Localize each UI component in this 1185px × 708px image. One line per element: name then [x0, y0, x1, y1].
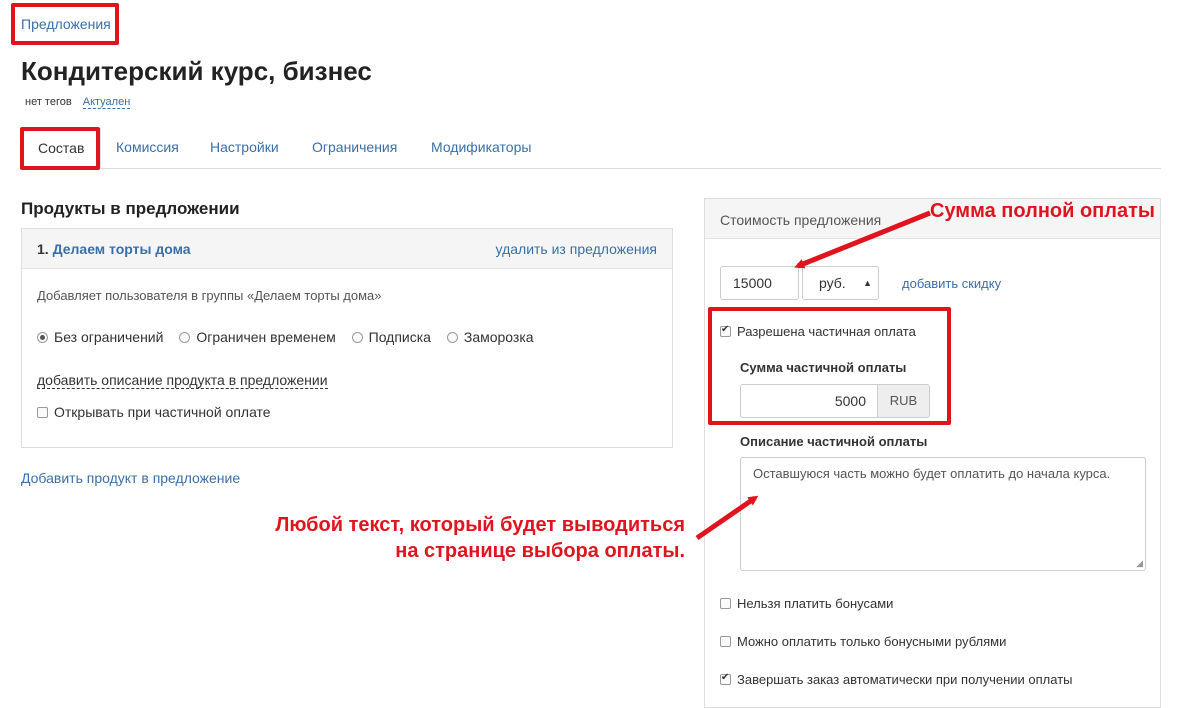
arrow-to-price-icon	[794, 210, 931, 269]
annotation-arrows	[695, 210, 931, 541]
arrow-to-description-icon	[695, 495, 759, 541]
